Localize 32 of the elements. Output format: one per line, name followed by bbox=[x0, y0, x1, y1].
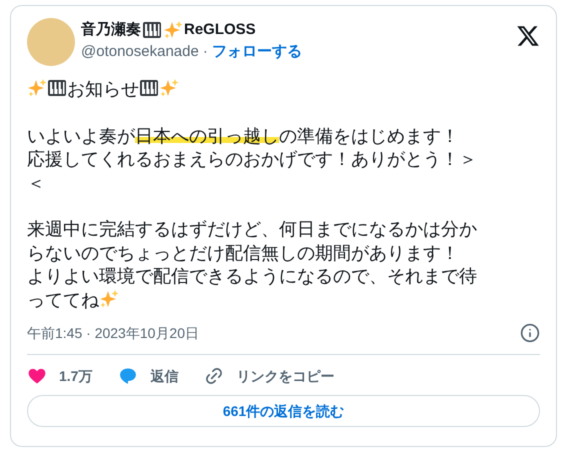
text: お知らせ bbox=[67, 79, 139, 99]
text: 応援してくれるおまえらのおかげです！ありがとう！＞ bbox=[27, 149, 477, 169]
info-icon[interactable] bbox=[520, 323, 540, 343]
reply-action[interactable]: 返信 bbox=[118, 366, 178, 386]
sparkle-icon bbox=[99, 288, 119, 308]
timestamp[interactable]: 午前1:45 · 2023年10月20日 bbox=[27, 322, 199, 344]
sparkle-icon bbox=[163, 20, 183, 40]
text: らないのでちょっとだけ配信無しの期間があります！ bbox=[27, 242, 459, 262]
text: よりよい環境で配信できるようになるので、それまで待 bbox=[27, 266, 477, 286]
speech-bubble-icon bbox=[118, 366, 138, 386]
text: 来週中に完結するはずだけど、何日までになるかは分か bbox=[27, 219, 477, 239]
follow-link[interactable]: フォローする bbox=[212, 42, 302, 62]
text: の準備をはじめます！ bbox=[279, 126, 459, 146]
sparkle-icon bbox=[159, 78, 179, 98]
separator: · bbox=[202, 42, 208, 62]
text: いよいよ奏が bbox=[27, 126, 135, 146]
copy-action[interactable]: リンクをコピー bbox=[204, 366, 334, 386]
heart-icon bbox=[27, 366, 47, 386]
avatar bbox=[27, 18, 75, 66]
sparkle-icon bbox=[27, 78, 47, 98]
piano-keys-icon bbox=[142, 20, 162, 40]
text: ＜ bbox=[27, 172, 45, 192]
read-replies-button[interactable]: 661件の返信を読む bbox=[27, 395, 540, 427]
piano-keys-icon bbox=[47, 78, 67, 98]
user-handle[interactable]: @otonosekanade bbox=[81, 42, 199, 62]
text: ReGLOSS bbox=[184, 20, 256, 40]
piano-keys-icon bbox=[139, 78, 159, 98]
text: っててね bbox=[27, 290, 99, 310]
link-icon bbox=[204, 366, 224, 386]
x-logo-icon[interactable] bbox=[516, 24, 540, 48]
text: 音乃瀬奏 bbox=[81, 20, 141, 40]
like-action[interactable]: 1.7万 bbox=[27, 366, 92, 386]
